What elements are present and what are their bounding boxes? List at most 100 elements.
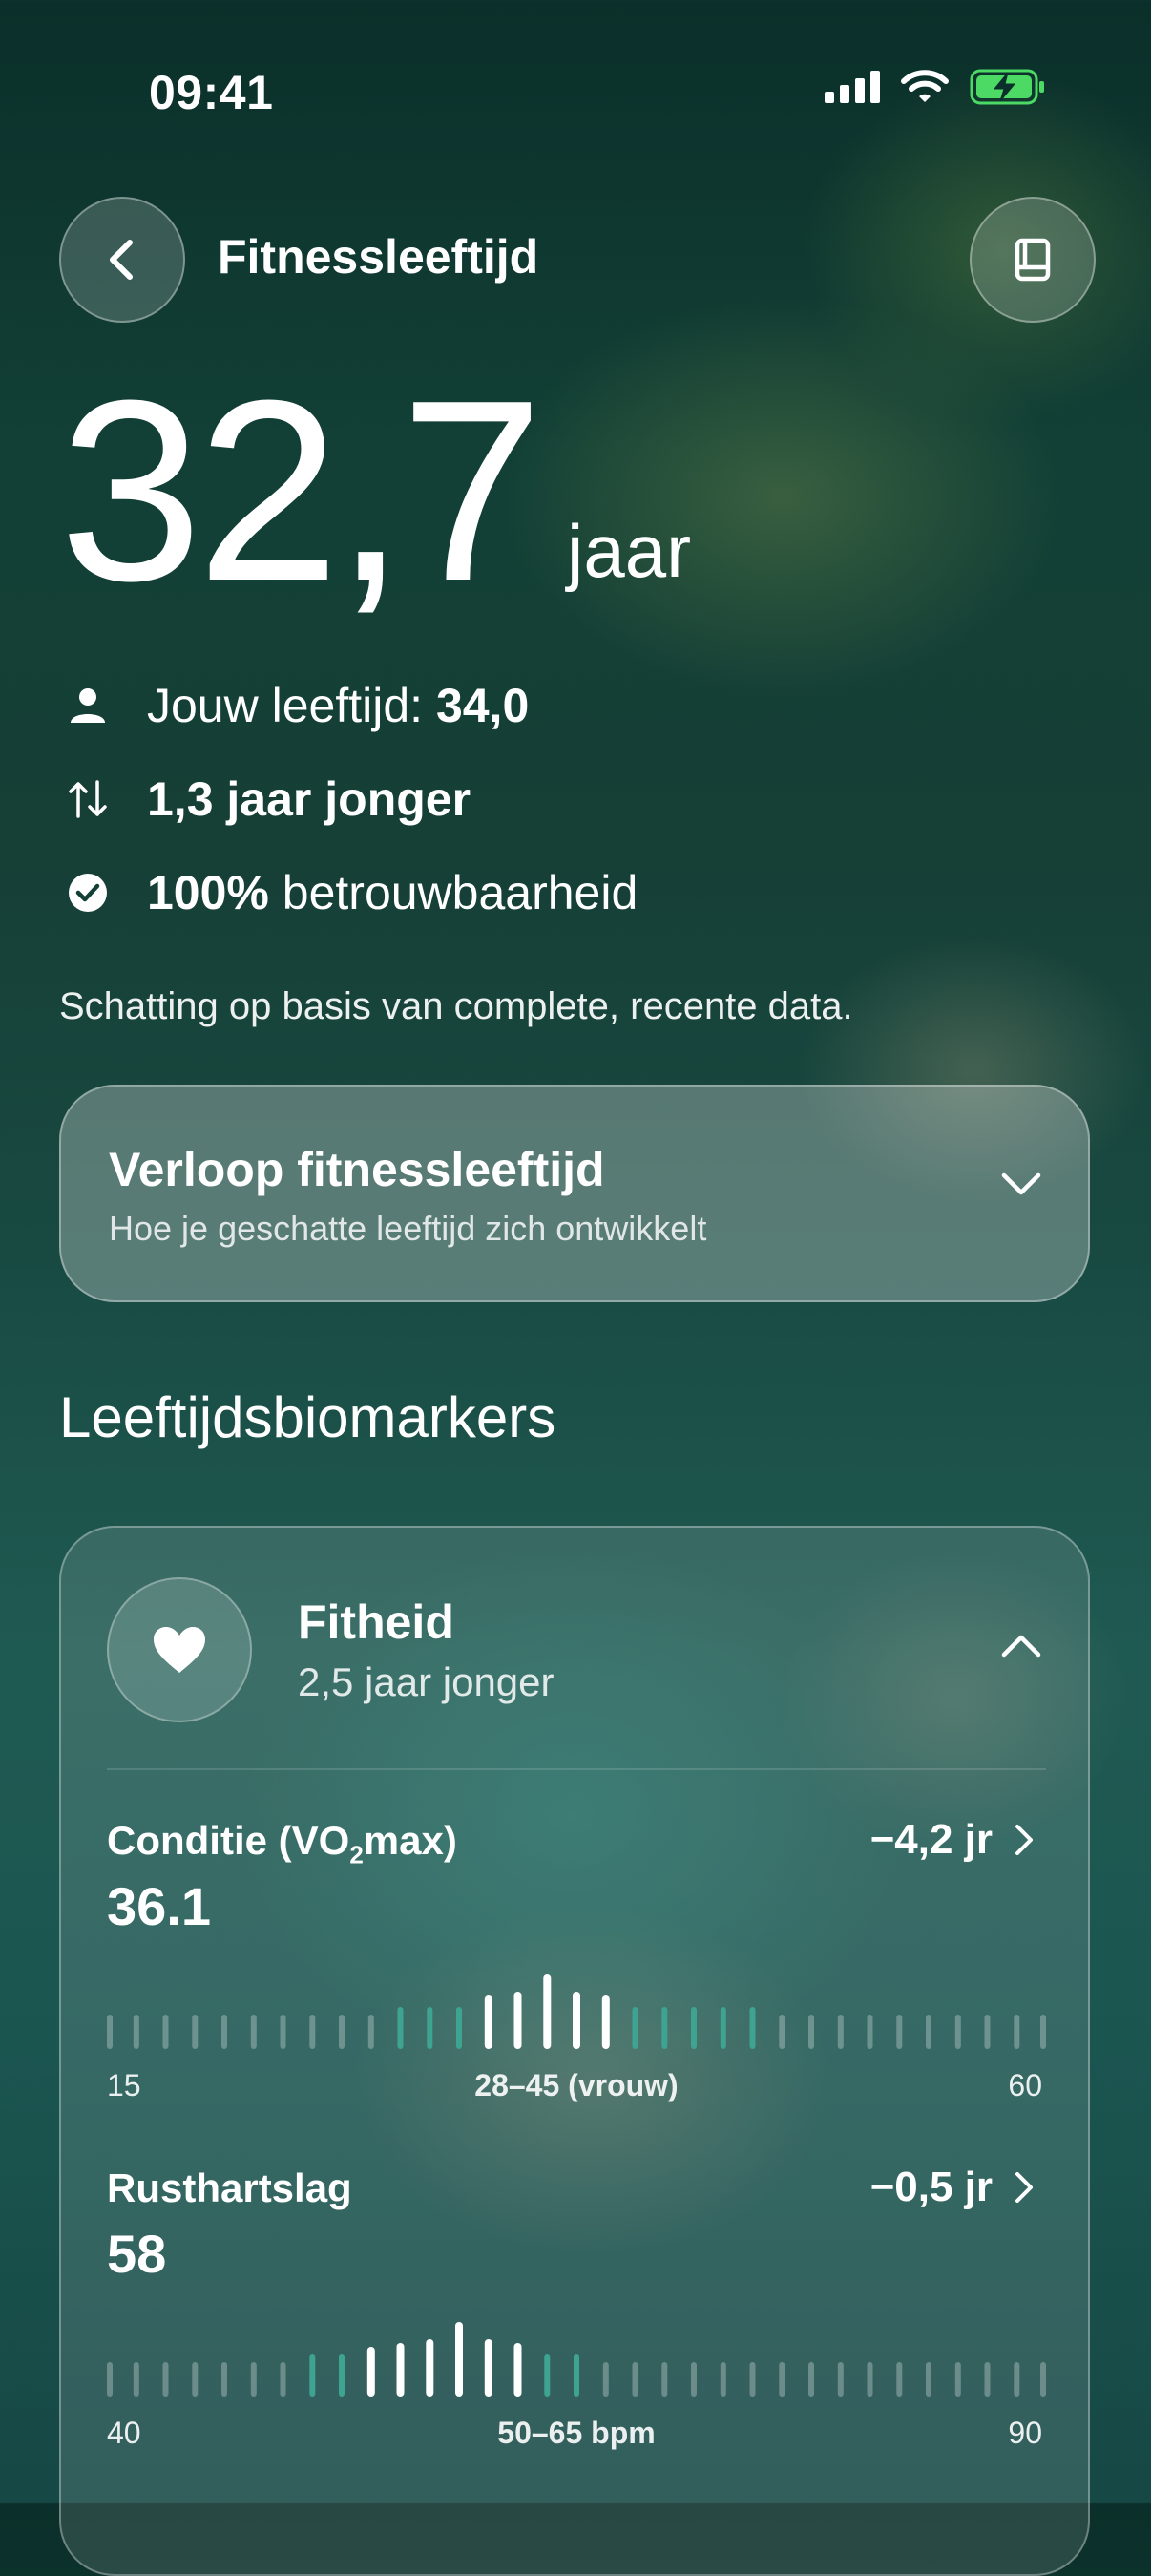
scale-tick <box>573 1992 580 2049</box>
stat-row-age: Jouw leeftijd: 34,0 <box>67 678 529 733</box>
age-difference: 1,3 jaar jonger <box>147 772 471 826</box>
trend-card-subtitle: Hoe je geschatte leeftijd zich ontwikkel… <box>109 1209 707 1248</box>
reliability-value: 100% <box>147 866 269 919</box>
scale-tick <box>192 2362 199 2397</box>
scale-tick <box>133 2362 139 2397</box>
fitness-group-title: Fitheid <box>298 1595 454 1649</box>
vo2max-scale-range: 28–45 (vrouw) <box>474 2068 679 2102</box>
resting-hr-delta: −0,5 jr <box>869 2164 993 2210</box>
trend-card-title: Verloop fitnessleeftijd <box>109 1143 605 1196</box>
vo2max-delta-link[interactable]: −4,2 jr <box>870 1816 1035 1864</box>
scale-tick <box>632 2362 638 2397</box>
resting-hr-range-scale <box>107 2322 1046 2397</box>
status-icons <box>825 69 1046 105</box>
age-value: 34,0 <box>435 679 530 732</box>
arrows-up-down-icon <box>67 778 109 820</box>
scale-tick <box>543 1974 552 2049</box>
stat-row-difference: 1,3 jaar jonger <box>67 771 471 827</box>
person-icon <box>67 685 109 727</box>
vo2max-value: 36.1 <box>107 1876 211 1936</box>
resting-hr-value: 58 <box>107 2224 167 2284</box>
scale-tick <box>484 1995 492 2049</box>
scale-tick <box>309 2015 316 2049</box>
scale-tick <box>250 2015 257 2049</box>
fitness-biomarker-card: Fitheid 2,5 jaar jonger Conditie (VO2max… <box>59 1526 1090 2576</box>
scale-tick <box>837 2015 844 2049</box>
scale-tick <box>574 2354 579 2397</box>
scale-tick <box>221 2015 227 2049</box>
cellular-signal-icon <box>825 71 880 103</box>
scale-tick <box>954 2015 961 2049</box>
scale-tick <box>280 2015 286 2049</box>
scale-tick <box>984 2015 991 2049</box>
book-icon <box>1015 238 1051 282</box>
scale-tick <box>221 2362 227 2397</box>
chevron-up-icon[interactable] <box>1000 1633 1042 1659</box>
page-title: Fitnessleeftijd <box>218 230 539 284</box>
scale-tick <box>366 2347 375 2397</box>
scale-tick <box>896 2362 903 2397</box>
scale-tick <box>867 2362 873 2397</box>
fitness-age-value: 32,7 <box>59 348 543 635</box>
scale-tick <box>954 2362 961 2397</box>
scale-tick <box>720 2362 726 2397</box>
section-title: Leeftijdsbiomarkers <box>59 1385 556 1449</box>
scale-tick <box>107 2015 113 2049</box>
scale-tick <box>107 2362 113 2397</box>
scale-tick <box>984 2362 991 2397</box>
scale-tick <box>280 2362 286 2397</box>
scale-tick <box>339 2015 345 2049</box>
heart-badge <box>107 1577 252 1722</box>
scale-tick <box>749 2362 756 2397</box>
scale-tick <box>484 2339 492 2397</box>
scale-tick <box>513 2343 522 2397</box>
fitness-group-subtitle: 2,5 jaar jonger <box>298 1659 555 1704</box>
checkmark-circle-icon <box>67 872 109 914</box>
scale-tick <box>926 2015 931 2049</box>
scale-tick <box>661 2362 668 2397</box>
scale-tick <box>426 2339 434 2397</box>
fitness-age-unit: jaar <box>567 509 692 593</box>
scale-tick <box>808 2362 814 2397</box>
scale-tick <box>513 1992 522 2049</box>
chevron-right-icon <box>1015 1825 1033 1855</box>
scale-tick <box>1014 2362 1020 2397</box>
scale-tick <box>396 2343 405 2397</box>
wifi-icon <box>901 70 949 102</box>
scale-tick <box>544 2354 551 2397</box>
scale-tick <box>691 2007 697 2049</box>
reliability-label: betrouwbaarheid <box>268 866 638 919</box>
scale-tick <box>367 2015 374 2049</box>
scale-tick <box>133 2015 139 2049</box>
scale-tick <box>162 2362 169 2397</box>
vo2max-delta: −4,2 jr <box>869 1816 993 1863</box>
scale-tick <box>601 1995 610 2049</box>
vo2max-scale-max: 60 <box>1008 2068 1042 2102</box>
scale-tick <box>602 2362 609 2397</box>
scale-tick <box>250 2362 257 2397</box>
back-button[interactable] <box>59 197 185 323</box>
resting-hr-delta-link[interactable]: −0,5 jr <box>870 2164 1035 2211</box>
heart-icon <box>154 1627 205 1673</box>
scale-tick <box>455 2322 463 2397</box>
scale-tick <box>661 2007 668 2049</box>
scale-tick <box>720 2007 726 2049</box>
scale-tick <box>808 2015 814 2049</box>
scale-tick <box>1040 2362 1046 2397</box>
status-time: 09:41 <box>149 66 274 119</box>
info-book-button[interactable] <box>970 197 1096 323</box>
resting-hr-label: Rusthartslag <box>107 2165 352 2210</box>
scale-tick <box>749 2007 756 2049</box>
age-label: Jouw leeftijd: <box>147 679 436 732</box>
scale-tick <box>309 2354 316 2397</box>
scale-tick <box>456 2007 462 2049</box>
resting-hr-scale-max: 90 <box>1008 2416 1042 2450</box>
scale-tick <box>1040 2015 1046 2049</box>
scale-tick <box>162 2015 169 2049</box>
chevron-left-icon <box>110 240 133 280</box>
scale-tick <box>397 2007 404 2049</box>
fitness-age-trend-card[interactable]: Verloop fitnessleeftijd Hoe je geschatte… <box>59 1085 1090 1302</box>
battery-charging-icon <box>970 69 1044 105</box>
scale-tick <box>779 2015 785 2049</box>
scale-tick <box>1014 2015 1020 2049</box>
